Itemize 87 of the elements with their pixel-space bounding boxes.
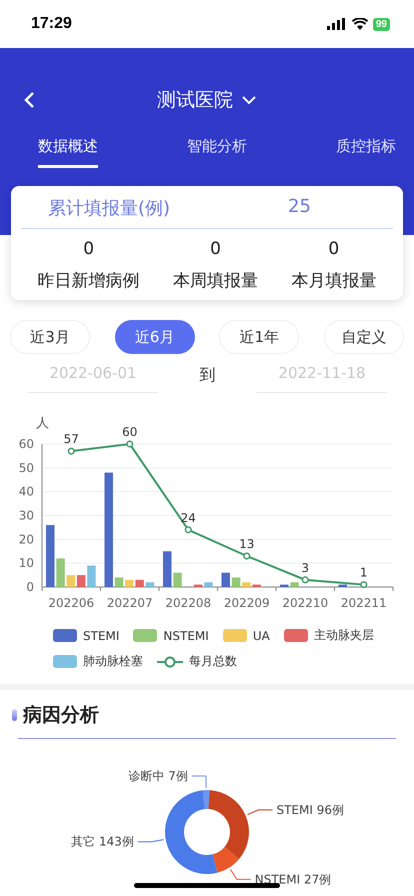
- leader-line: [137, 839, 164, 842]
- legend-label[interactable]: 每月总数: [189, 653, 237, 670]
- slice-label: 诊断中 7例: [128, 769, 188, 783]
- x-tick-label: 202206: [48, 596, 94, 610]
- section-title: 病因分析: [23, 703, 99, 728]
- bar: [338, 584, 347, 587]
- y-tick-label: 20: [18, 532, 34, 546]
- stat-value: 0: [328, 239, 340, 259]
- data-point: [126, 440, 134, 448]
- x-tick-label: 202211: [340, 596, 387, 610]
- y-tick-label: 40: [18, 484, 34, 499]
- legend-line-icon[interactable]: [157, 656, 183, 668]
- legend-swatch[interactable]: [53, 655, 77, 668]
- bar: [46, 525, 54, 587]
- stat-value: 0: [210, 239, 221, 259]
- signal-icon: [326, 18, 347, 30]
- legend-swatch[interactable]: [222, 629, 247, 642]
- y-tick-label: 10: [18, 556, 34, 570]
- range-chip[interactable]: 近1年: [219, 320, 300, 354]
- legend-label[interactable]: UA: [252, 628, 270, 642]
- stat-label: 昨日新增病例: [38, 270, 140, 292]
- data-label: 60: [122, 425, 138, 439]
- bar: [222, 572, 230, 587]
- bar: [56, 558, 65, 587]
- total-value: 25: [288, 196, 311, 219]
- slice-label: 其它 143例: [71, 834, 134, 849]
- range-chip[interactable]: 近3月: [10, 320, 90, 354]
- range-chip[interactable]: 自定义: [324, 320, 404, 354]
- tab[interactable]: 数据概述: [38, 133, 98, 168]
- battery-icon: 99: [372, 18, 390, 30]
- hospital-selector[interactable]: 测试医院: [157, 87, 257, 113]
- x-tick-label: 202210: [282, 596, 328, 610]
- total-label: 累计填报量(例): [48, 197, 172, 220]
- data-point: [243, 552, 250, 560]
- bar: [66, 575, 76, 587]
- slice-label: NSTEMI 27例: [254, 872, 332, 886]
- axis-unit: 人: [36, 416, 49, 431]
- x-tick-label: 202208: [165, 596, 212, 610]
- stat-value: 0: [83, 239, 94, 259]
- y-tick-label: 30: [18, 508, 34, 522]
- data-point: [302, 576, 309, 584]
- bar: [163, 551, 172, 587]
- leader-line: [191, 776, 207, 788]
- data-label: 3: [301, 560, 310, 575]
- bar: [87, 566, 96, 587]
- x-tick-label: 202207: [106, 596, 153, 610]
- y-tick-label: 60: [18, 437, 34, 451]
- x-tick-label: 202209: [224, 596, 270, 610]
- bar: [173, 572, 182, 587]
- bar: [232, 577, 240, 587]
- bar: [146, 582, 154, 587]
- legend-label[interactable]: NSTEMI: [163, 628, 209, 642]
- legend-label[interactable]: 肺动脉栓塞: [83, 653, 143, 670]
- y-tick-label: 0: [26, 580, 34, 594]
- tab[interactable]: 智能分析: [187, 133, 247, 168]
- data-label: 13: [239, 537, 254, 552]
- data-label: 1: [360, 566, 368, 580]
- legend-label[interactable]: STEMI: [83, 628, 120, 642]
- bar: [114, 577, 124, 587]
- data-label: 24: [180, 510, 196, 525]
- legend-label[interactable]: 主动脉夹层: [314, 627, 374, 644]
- legend-swatch[interactable]: [133, 629, 158, 642]
- bar: [280, 584, 288, 587]
- leader-line: [246, 809, 273, 816]
- y-tick-label: 50: [18, 460, 34, 475]
- data-point: [184, 526, 192, 534]
- bar: [76, 575, 86, 587]
- legend-swatch[interactable]: [53, 629, 77, 642]
- tab[interactable]: 质控指标: [336, 133, 396, 168]
- bar: [194, 584, 202, 587]
- range-chip[interactable]: 近6月: [114, 320, 195, 354]
- leader-line: [230, 868, 252, 880]
- slice-label: STEMI 96例: [276, 802, 344, 817]
- chevron-down-icon: [241, 95, 257, 105]
- wifi-icon: [352, 18, 368, 30]
- section-marker: [12, 709, 17, 721]
- legend-swatch[interactable]: [284, 629, 308, 642]
- date-separator: 到: [200, 365, 216, 386]
- bar: [204, 582, 213, 587]
- data-point: [360, 581, 368, 588]
- bar: [290, 582, 299, 587]
- back-icon[interactable]: [23, 91, 35, 109]
- data-point: [68, 448, 75, 455]
- status-time: 17:29: [31, 15, 72, 33]
- data-label: 57: [64, 432, 79, 446]
- stat-label: 本月填报量: [291, 270, 376, 292]
- stat-label: 本周填报量: [172, 270, 258, 292]
